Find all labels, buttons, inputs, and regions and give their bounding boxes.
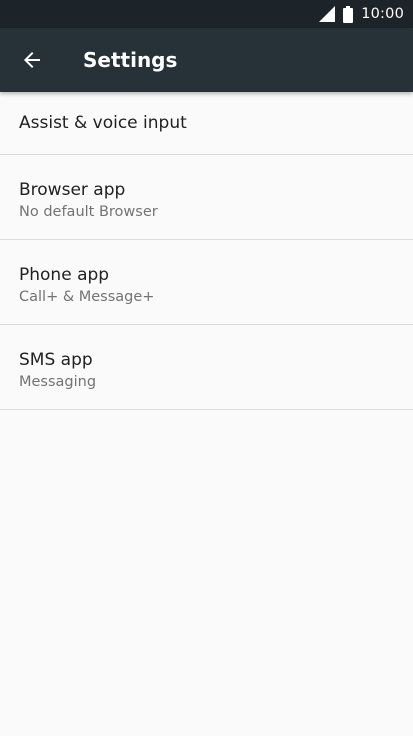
list-item-sms-app[interactable]: SMS app Messaging — [0, 325, 413, 410]
battery-icon — [343, 5, 354, 23]
app-toolbar: Settings — [0, 28, 413, 92]
list-item-title: SMS app — [19, 350, 93, 370]
list-item-title: Browser app — [19, 180, 126, 200]
page-title: Settings — [83, 48, 178, 72]
list-item-subtitle: No default Browser — [19, 204, 158, 220]
cell-signal-icon — [319, 6, 336, 22]
list-item-subtitle: Messaging — [19, 374, 97, 390]
status-time: 10:00 — [361, 6, 404, 22]
list-item-subtitle: Call+ & Message+ — [19, 289, 155, 305]
list-item-title: Phone app — [19, 265, 110, 285]
arrow-back-icon[interactable] — [20, 48, 44, 72]
list-item-phone-app[interactable]: Phone app Call+ & Message+ — [0, 240, 413, 325]
list-item-browser-app[interactable]: Browser app No default Browser — [0, 155, 413, 240]
status-bar: 10:00 — [0, 0, 413, 28]
list-item-title: Assist & voice input — [19, 113, 187, 133]
list-item-assist-voice-input[interactable]: Assist & voice input — [0, 92, 413, 155]
settings-list: Assist & voice input Browser app No defa… — [0, 92, 413, 410]
